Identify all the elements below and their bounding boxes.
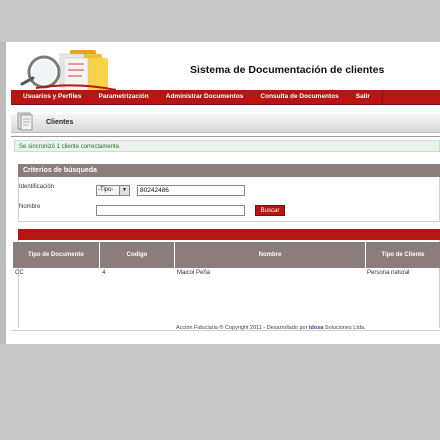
footer-suffix: Soluciones Ltda. bbox=[324, 325, 366, 331]
footer-brand-rest: dosa bbox=[310, 325, 324, 331]
nav-usuarios-perfiles[interactable]: Usuarios y Perfiles bbox=[11, 90, 82, 104]
page: Sistema de Documentación de clientes Usu… bbox=[6, 42, 440, 344]
folders-magnifier-logo-icon bbox=[20, 50, 117, 92]
col-nombre[interactable]: Nombre bbox=[175, 242, 366, 268]
app-title: Sistema de Documentación de clientes bbox=[190, 64, 385, 76]
footer-brand: idosa bbox=[309, 325, 323, 331]
criteria-header: Criterios de búsqueda bbox=[18, 164, 440, 177]
nav-administrar-documentos[interactable]: Administrar Documentos bbox=[149, 90, 244, 104]
section-header: Clientes bbox=[11, 112, 440, 133]
col-tipo-cliente[interactable]: Tipo de Cliente bbox=[366, 242, 440, 268]
footer-text: Acción Fiduciaria ® Copyright 2011 - Des… bbox=[176, 325, 366, 331]
identificacion-input[interactable]: 80242486 bbox=[137, 185, 245, 196]
nav-parametrizacion[interactable]: Parametrización bbox=[82, 90, 149, 104]
nav-consulta-documentos[interactable]: Consulta de Documentos bbox=[243, 90, 338, 104]
nombre-input[interactable] bbox=[96, 205, 245, 216]
window-background bbox=[0, 0, 440, 42]
search-button[interactable]: Buscar bbox=[255, 205, 285, 216]
app-header: Sistema de Documentación de clientes bbox=[6, 42, 440, 92]
nombre-label: Nombre bbox=[19, 204, 41, 210]
results-bar bbox=[18, 229, 440, 240]
document-type-select[interactable]: -Tipo- ▼ bbox=[96, 185, 130, 196]
identificacion-label: Identificación bbox=[19, 184, 55, 190]
main-nav: Usuarios y Perfiles Parametrización Admi… bbox=[11, 90, 440, 105]
col-tipo-documento[interactable]: Tipo de Documento bbox=[13, 242, 100, 268]
col-codigo[interactable]: Codigo bbox=[100, 242, 175, 268]
document-type-value: -Tipo- bbox=[98, 187, 114, 193]
chevron-down-icon[interactable]: ▼ bbox=[119, 186, 129, 195]
divider bbox=[11, 136, 440, 137]
nav-divider bbox=[381, 90, 383, 104]
nav-salir[interactable]: Salir bbox=[339, 90, 370, 104]
cell-tipo-cliente: Persona natural bbox=[367, 270, 410, 276]
cell-tipo-documento: CC bbox=[15, 270, 24, 276]
cell-codigo: 4 bbox=[102, 270, 106, 276]
section-title: Clientes bbox=[46, 119, 74, 126]
document-folder-icon bbox=[17, 112, 33, 131]
footer-copyright: Acción Fiduciaria ® Copyright 2011 - Des… bbox=[176, 325, 308, 331]
success-message: Se sincronizó 1 cliente correctamente. bbox=[14, 140, 440, 152]
cell-nombre[interactable]: Maicol Peña bbox=[177, 268, 210, 278]
